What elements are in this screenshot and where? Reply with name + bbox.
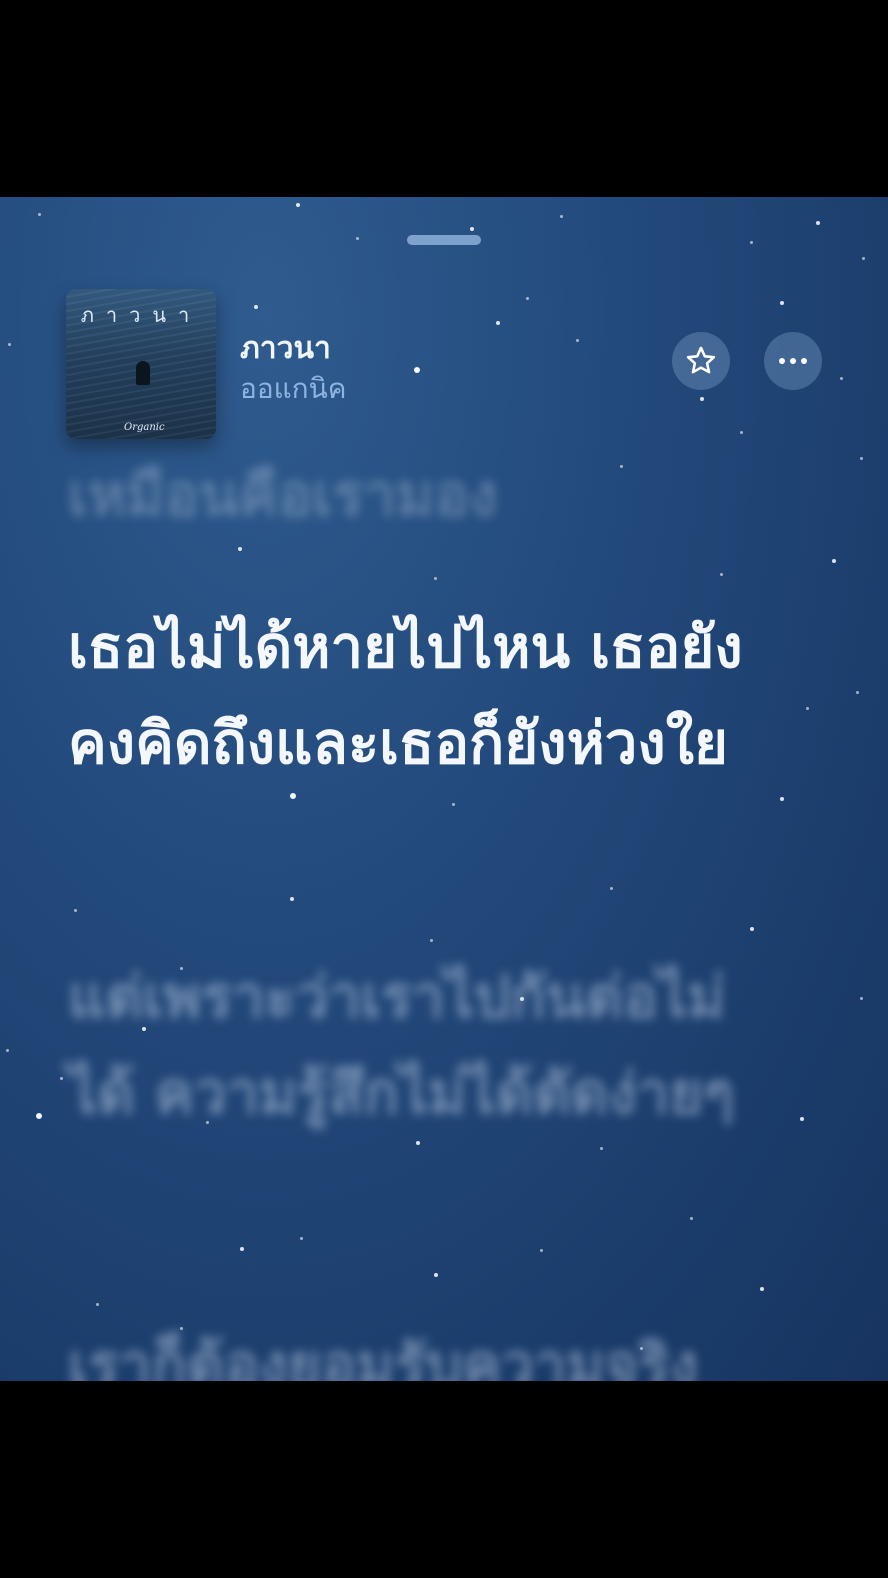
artwork-title: ภาวนา <box>80 303 202 327</box>
lyric-line-previous[interactable]: เหมือนคือเรามอง <box>68 447 788 543</box>
lyric-line-active[interactable]: เธอไม่ได้หายไปไหน เธอยังคงคิดถึงและเธอก็… <box>68 599 788 791</box>
ellipsis-icon <box>777 358 810 364</box>
now-playing-header: ภาวนา Organic ภาวนา ออแกนิค <box>66 289 826 439</box>
lyric-line-next[interactable]: แต่เพราะว่าเราไปกันต่อไม่ได้ ความรู้สึกไ… <box>68 949 788 1141</box>
sheet-grabber[interactable] <box>407 235 481 245</box>
lyric-line-following[interactable]: เราก็ต้องยอมรับความจริง <box>68 1317 788 1381</box>
more-options-button[interactable] <box>764 332 822 390</box>
artwork-signature: Organic <box>124 422 165 433</box>
song-title: ภาวนา <box>240 331 331 366</box>
album-artwork[interactable]: ภาวนา Organic <box>66 289 216 439</box>
star-outline-icon <box>686 346 716 374</box>
favorite-button[interactable] <box>672 332 730 390</box>
lyrics-screen: ภาวนา Organic ภาวนา ออแกนิค เหมือนคือเรา… <box>0 197 888 1381</box>
artwork-figure <box>136 361 150 385</box>
artist-name[interactable]: ออแกนิค <box>240 367 347 411</box>
